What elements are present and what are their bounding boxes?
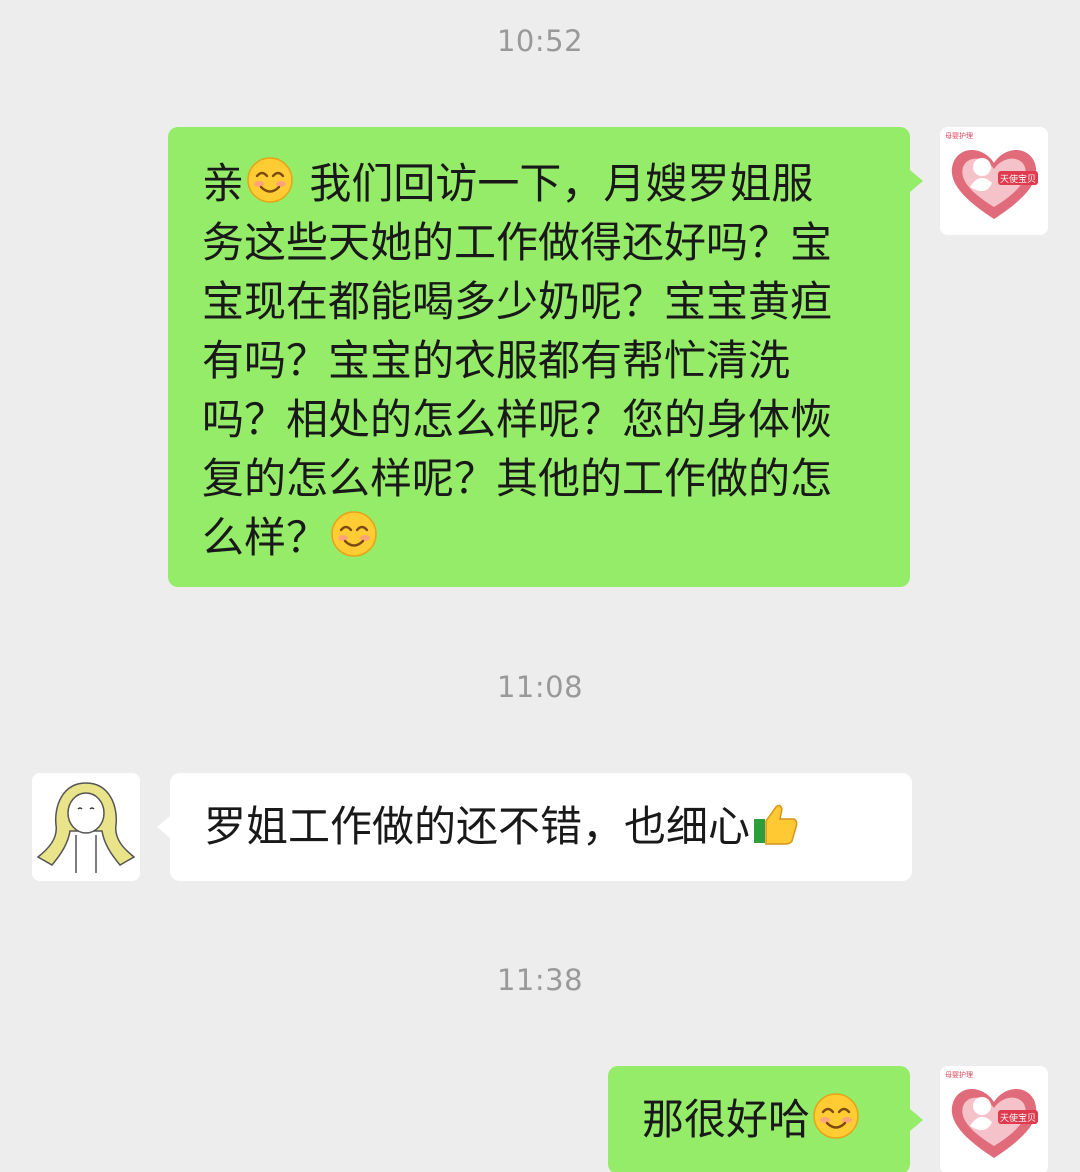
timestamp: 11:38: [496, 963, 584, 997]
message-line: 复的怎么样呢？其他的工作做的怎: [202, 454, 833, 503]
self-avatar[interactable]: 母婴护理 天使宝贝: [940, 1066, 1048, 1172]
thumbs-up-emoji-icon: [754, 804, 798, 845]
heart-logo-icon: 母婴护理 天使宝贝: [940, 1066, 1048, 1172]
outgoing-message-bubble[interactable]: 那很好哈: [608, 1066, 910, 1172]
message-line: 宝现在都能喝多少奶呢？宝宝黄疸: [202, 277, 833, 326]
chat-window: 10:52 亲 我们回访一下，月嫂罗姐服 务这些天她的工作做得还好吗？宝 宝现在…: [0, 0, 1080, 1172]
message-line: 吗？相处的怎么样呢？您的身体恢: [202, 395, 833, 444]
message-line: 那很好哈: [642, 1090, 910, 1149]
smile-emoji-icon: [331, 511, 377, 557]
contact-avatar[interactable]: [32, 773, 140, 881]
timestamp: 11:08: [496, 670, 584, 704]
outgoing-message-bubble[interactable]: 亲 我们回访一下，月嫂罗姐服 务这些天她的工作做得还好吗？宝 宝现在都能喝多少奶…: [168, 127, 910, 587]
svg-text:天使宝贝: 天使宝贝: [1000, 173, 1036, 185]
svg-text:母婴护理: 母婴护理: [945, 1070, 973, 1079]
self-avatar[interactable]: 母婴护理 天使宝贝: [940, 127, 1048, 235]
svg-text:天使宝贝: 天使宝贝: [1000, 1112, 1036, 1124]
bubble-tail: [910, 170, 923, 192]
smile-emoji-icon: [247, 157, 293, 203]
message-line: 罗姐工作做的还不错，也细心: [204, 797, 912, 856]
message-line: 么样？: [202, 508, 910, 567]
incoming-message-bubble[interactable]: 罗姐工作做的还不错，也细心: [170, 773, 912, 881]
timestamp: 10:52: [496, 24, 584, 58]
heart-logo-icon: 母婴护理 天使宝贝: [940, 127, 1048, 235]
smile-emoji-icon: [813, 1093, 859, 1139]
message-line: 务这些天她的工作做得还好吗？宝: [202, 218, 833, 267]
message-line: 亲 我们回访一下，月嫂罗姐服: [202, 154, 910, 213]
svg-text:母婴护理: 母婴护理: [945, 131, 973, 140]
bubble-tail: [910, 1109, 923, 1131]
bubble-tail: [157, 816, 170, 838]
cartoon-person-icon: [32, 773, 140, 881]
message-line: 有吗？宝宝的衣服都有帮忙清洗: [202, 336, 791, 385]
